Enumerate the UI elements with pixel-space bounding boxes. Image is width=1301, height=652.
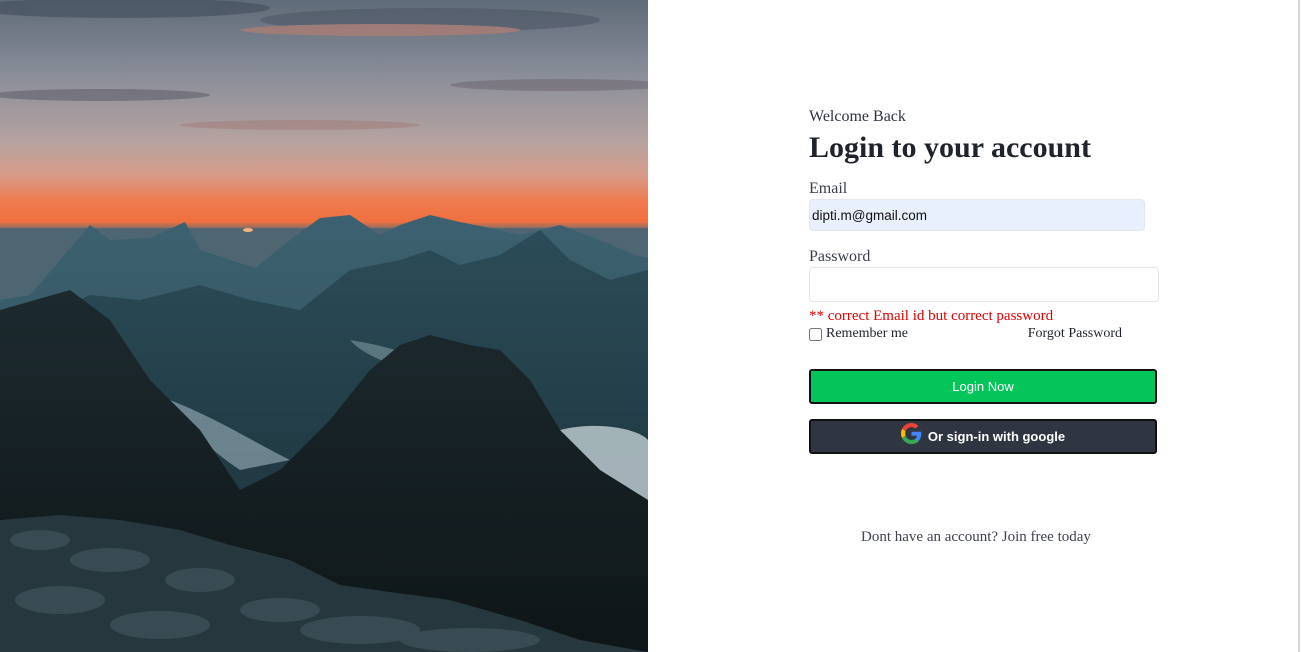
- remember-me-checkbox[interactable]: [809, 327, 822, 341]
- login-page: Welcome Back Login to your account Email…: [0, 0, 1301, 652]
- remember-me-label: Remember me: [826, 326, 909, 341]
- login-panel: Welcome Back Login to your account Email…: [648, 0, 1301, 652]
- google-signin-button[interactable]: Or sign-in with google: [809, 419, 1157, 454]
- email-label: Email: [809, 180, 848, 197]
- email-field[interactable]: [809, 199, 1145, 231]
- scrollbar[interactable]: [1298, 0, 1300, 652]
- remember-me[interactable]: Remember me: [809, 326, 908, 342]
- error-message: ** correct Email id but correct password: [809, 308, 1054, 324]
- login-button[interactable]: Login Now: [809, 369, 1157, 404]
- login-form: Welcome Back Login to your account Email…: [809, 107, 1161, 454]
- signup-link[interactable]: Dont have an account? Join free today: [861, 528, 1091, 546]
- forgot-password-link[interactable]: Forgot Password: [1028, 326, 1122, 342]
- page-title: Login to your account: [809, 131, 1091, 164]
- login-button-label: Login Now: [952, 379, 1014, 394]
- password-label: Password: [809, 248, 871, 265]
- google-button-label: Or sign-in with google: [927, 429, 1066, 444]
- mountain-sunset-image: [0, 0, 648, 652]
- password-field[interactable]: [809, 267, 1159, 302]
- google-g-icon: [900, 423, 922, 444]
- options-row: Remember me Forgot Password: [809, 326, 1122, 342]
- welcome-text: Welcome Back: [809, 108, 906, 125]
